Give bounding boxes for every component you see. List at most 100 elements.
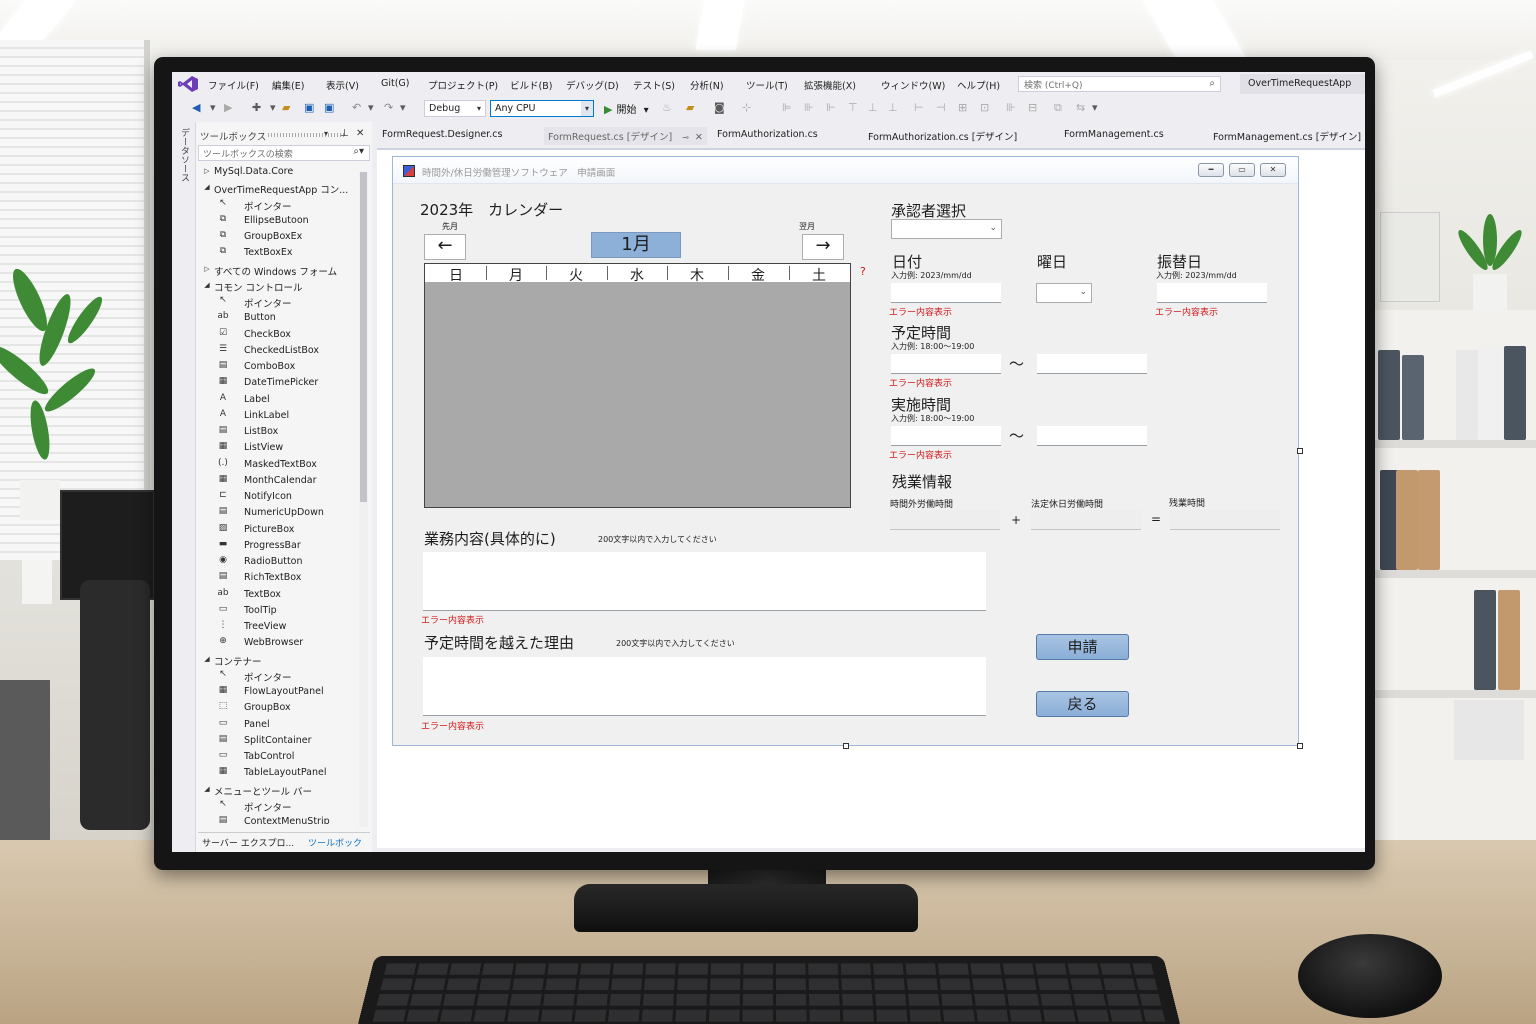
toolbox-item[interactable]: ▭ TabControl — [198, 749, 358, 765]
toolbox-item[interactable]: ▤ ListBox — [198, 424, 358, 440]
toolbox-item[interactable]: ↖ ポインター — [198, 294, 358, 310]
same-height-icon[interactable]: ⊣ — [936, 101, 946, 114]
toolbox-item[interactable]: ▤ ComboBox — [198, 359, 358, 375]
close-icon[interactable]: ✕ — [695, 132, 703, 143]
close-button[interactable]: ✕ — [1260, 163, 1286, 177]
save-all-icon[interactable]: ▣ — [324, 101, 334, 114]
toolbox-item[interactable]: ▦ DateTimePicker — [198, 375, 358, 391]
tab-form-authorization-design[interactable]: FormAuthorization.cs [デザイン] — [868, 129, 1017, 143]
align-top-icon[interactable]: ⊤ — [848, 101, 858, 114]
toolbox-item[interactable]: ☰ CheckedListBox — [198, 343, 358, 359]
toolbox-item[interactable]: ⊏ NotifyIcon — [198, 489, 358, 505]
menu-analyze[interactable]: 分析(N) — [690, 78, 724, 92]
minimize-button[interactable]: ━ — [1198, 163, 1224, 177]
planned-end-input[interactable] — [1037, 354, 1147, 374]
tab-toolbox[interactable]: ツールボックス — [308, 836, 370, 852]
toolbox-category[interactable]: ◢ OverTimeRequestApp コン... — [198, 180, 358, 196]
tab-form-management-cs[interactable]: FormManagement.cs — [1064, 129, 1164, 140]
dropdown-icon[interactable]: ▾ — [270, 101, 276, 114]
vertical-spacing-icon[interactable]: ⊟ — [1028, 101, 1037, 114]
hot-reload-icon[interactable]: ♨ — [662, 101, 672, 114]
prev-month-button[interactable]: ← — [424, 234, 466, 260]
toolbox-item[interactable]: ▤ NumericUpDown — [198, 505, 358, 521]
forward-icon[interactable]: ▶ — [224, 101, 232, 114]
toolbox-item[interactable]: ab TextBox — [198, 587, 358, 603]
toolbox-item[interactable]: ▤ SplitContainer — [198, 733, 358, 749]
menu-file[interactable]: ファイル(F) — [208, 78, 259, 92]
back-icon[interactable]: ◀ — [192, 101, 200, 114]
toolbox-item[interactable]: (.) MaskedTextBox — [198, 457, 358, 473]
align-center-icon[interactable]: ⊪ — [804, 101, 814, 114]
undo-icon[interactable]: ↶ — [352, 101, 361, 114]
tab-form-request-design[interactable]: FormRequest.cs [デザイン] ⊸ ✕ — [544, 127, 707, 145]
toolbox-scrollbar[interactable] — [359, 172, 368, 827]
reason-input[interactable] — [423, 657, 986, 716]
align-grid-icon[interactable]: ⊹ — [742, 101, 751, 114]
date-input[interactable] — [891, 283, 1001, 303]
toolbox-item[interactable]: A LinkLabel — [198, 408, 358, 424]
bring-to-front-icon[interactable]: ⧉ — [1054, 101, 1062, 115]
help-mark[interactable]: ? — [860, 265, 866, 278]
toolbox-item[interactable]: A Label — [198, 392, 358, 408]
toolbox-item[interactable]: ⊕ WebBrowser — [198, 635, 358, 651]
scrollbar-thumb[interactable] — [360, 172, 367, 502]
toolbox-item[interactable]: ↖ ポインター — [198, 798, 358, 814]
toolbox-item[interactable]: ▭ Panel — [198, 717, 358, 733]
start-button[interactable]: ▶ 開始 ▾ — [604, 101, 649, 116]
actual-end-input[interactable] — [1037, 426, 1147, 446]
configuration-dropdown[interactable]: Debug ▾ — [424, 100, 486, 117]
screenshot-icon[interactable]: ◙ — [714, 101, 725, 114]
find-in-files-icon[interactable]: ▰ — [686, 101, 694, 114]
dropdown-icon[interactable]: ▾ — [210, 101, 216, 114]
data-sources-tab[interactable]: データソース — [172, 122, 196, 852]
horizontal-spacing-icon[interactable]: ⊪ — [1006, 101, 1016, 114]
open-folder-icon[interactable]: ▰ — [282, 101, 290, 114]
pin-icon[interactable]: ⊥ — [340, 128, 349, 139]
chevron-down-icon[interactable]: ▾ — [324, 129, 328, 138]
menu-git[interactable]: Git(G) — [381, 78, 410, 89]
toolbox-item[interactable]: ▦ ListView — [198, 440, 358, 456]
approver-combo[interactable]: ⌄ — [891, 219, 1002, 239]
work-content-input[interactable] — [423, 552, 986, 611]
calendar-grid[interactable]: 日 月 火 水 木 金 土 — [424, 263, 851, 508]
tab-form-authorization-cs[interactable]: FormAuthorization.cs — [717, 129, 818, 140]
toolbox-category[interactable]: ◢ メニューとツール バー — [198, 782, 358, 798]
menu-edit[interactable]: 編集(E) — [272, 78, 304, 92]
same-size-icon[interactable]: ⊞ — [958, 101, 967, 114]
toolbox-item[interactable]: ▤ ContextMenuStrip — [198, 814, 358, 824]
dropdown-icon[interactable]: ▾ — [400, 101, 406, 114]
menu-window[interactable]: ウィンドウ(W) — [881, 78, 945, 92]
toolbox-item[interactable]: ▦ FlowLayoutPanel — [198, 684, 358, 700]
toolbox-item[interactable]: ↖ ポインター — [198, 668, 358, 684]
tab-order-icon[interactable]: ⇆ — [1076, 101, 1085, 114]
platform-dropdown[interactable]: Any CPU ▾ — [490, 100, 594, 117]
toolbox-item[interactable]: ↖ ポインター — [198, 197, 358, 213]
save-icon[interactable]: ▣ — [304, 101, 314, 114]
back-button[interactable]: 戻る — [1036, 691, 1129, 717]
resize-handle[interactable] — [1297, 448, 1303, 454]
menu-debug[interactable]: デバッグ(D) — [566, 78, 619, 92]
menu-build[interactable]: ビルド(B) — [510, 78, 552, 92]
close-icon[interactable]: ✕ — [356, 128, 364, 139]
toolbox-item[interactable]: ⧉ EllipseButoon — [198, 213, 358, 229]
size-to-grid-icon[interactable]: ⊡ — [980, 101, 989, 114]
search-box[interactable]: 検索 (Ctrl+Q) ⌕ — [1018, 76, 1221, 92]
align-left-icon[interactable]: ⊫ — [782, 101, 792, 114]
toolbox-search-input[interactable]: ツールボックスの検索 ⌕▾ — [198, 145, 370, 161]
toolbox-category[interactable]: ▷ すべての Windows フォーム — [198, 262, 358, 278]
toolbox-category[interactable]: ▷ MySql.Data.Core — [198, 164, 358, 180]
resize-handle[interactable] — [843, 743, 849, 749]
toolbox-item[interactable]: ⋮ TreeView — [198, 619, 358, 635]
toolbox-item[interactable]: ⧉ TextBoxEx — [198, 245, 358, 261]
submit-button[interactable]: 申請 — [1036, 634, 1129, 660]
toolbox-item[interactable]: ☑ CheckBox — [198, 327, 358, 343]
align-middle-icon[interactable]: ⊥ — [868, 101, 878, 114]
align-right-icon[interactable]: ⊩ — [826, 101, 836, 114]
align-bottom-icon[interactable]: ⊥ — [888, 101, 898, 114]
resize-handle[interactable] — [1297, 743, 1303, 749]
pin-icon[interactable]: ⊸ — [682, 133, 689, 142]
toolbox-category[interactable]: ◢ コンテナー — [198, 652, 358, 668]
next-month-button[interactable]: → — [802, 234, 844, 260]
toolbox-item[interactable]: ab Button — [198, 310, 358, 326]
new-item-icon[interactable]: ✚ — [252, 101, 261, 114]
